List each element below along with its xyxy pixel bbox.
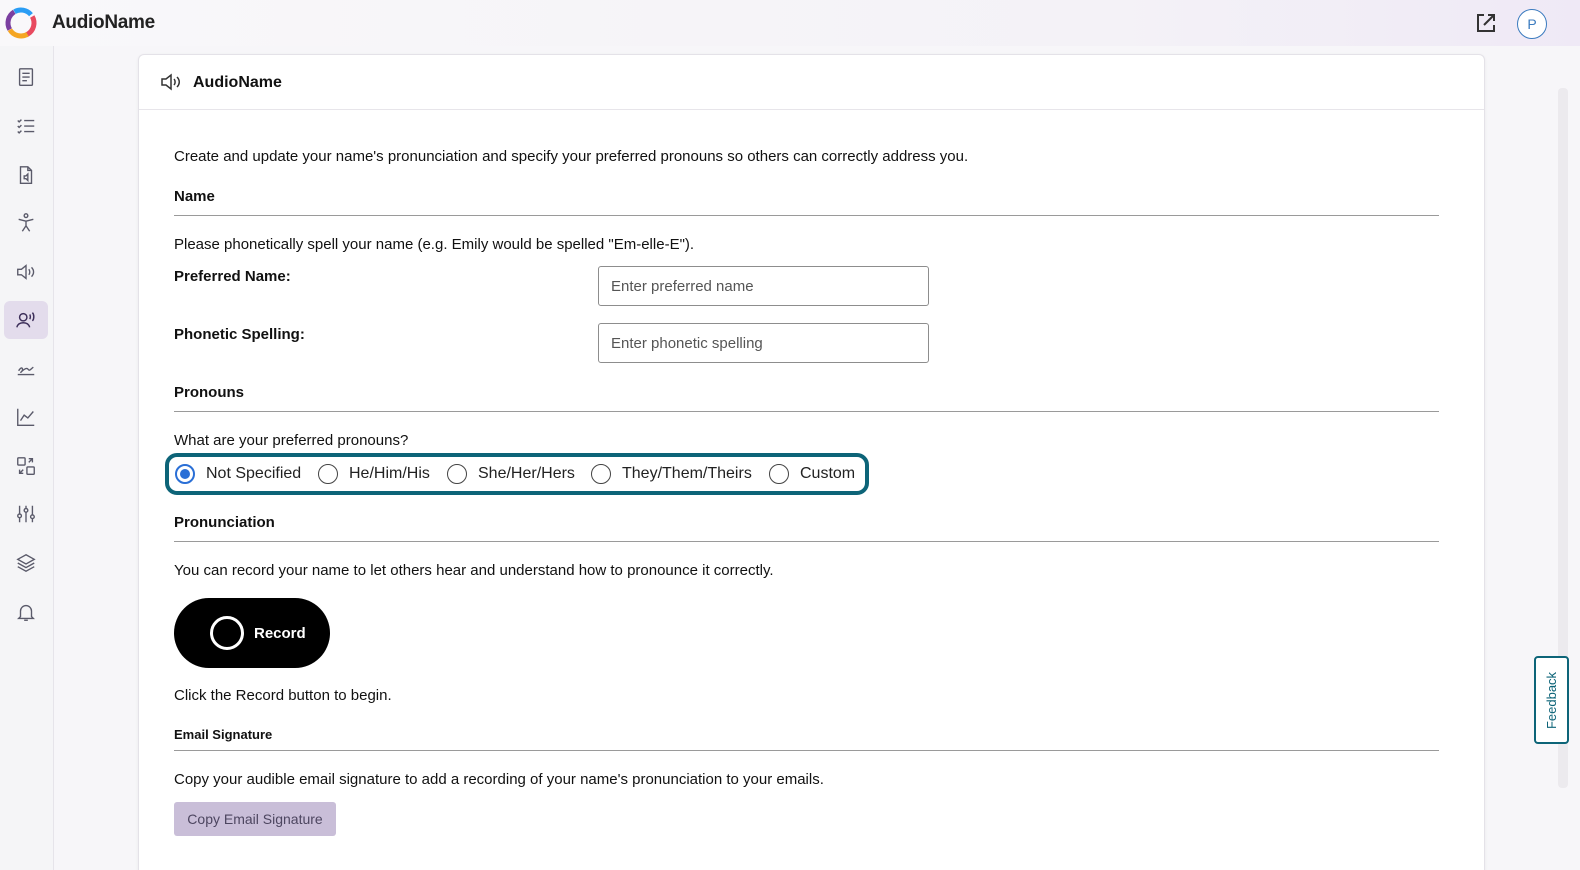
radio-button-selected[interactable] — [175, 464, 195, 484]
sidebar-item-layers[interactable] — [4, 544, 48, 582]
radio-label: They/Them/Theirs — [622, 465, 752, 482]
divider — [174, 750, 1439, 751]
email-signature-help-text: Copy your audible email signature to add… — [174, 771, 824, 788]
audioname-card: AudioName Create and update your name's … — [138, 54, 1485, 870]
card-title: AudioName — [193, 74, 282, 91]
radio-button[interactable] — [318, 464, 338, 484]
sidebar-item-audioname[interactable] — [4, 301, 48, 339]
audio-file-icon — [19, 166, 33, 184]
feedback-label: Feedback — [1544, 671, 1559, 729]
layers-icon — [16, 553, 36, 573]
voice-person-icon — [16, 312, 35, 328]
sidebar-item-speaker[interactable] — [4, 253, 48, 291]
speaker-icon — [17, 264, 35, 280]
sliders-icon — [17, 505, 35, 523]
pronoun-option-custom[interactable]: Custom — [769, 464, 855, 484]
phonetic-spelling-input[interactable] — [598, 323, 929, 363]
sidebar-item-documents[interactable] — [4, 58, 48, 96]
sidebar-item-transfer[interactable] — [4, 447, 48, 485]
name-help-text: Please phonetically spell your name (e.g… — [174, 236, 695, 253]
pronoun-option-they[interactable]: They/Them/Theirs — [591, 464, 752, 484]
pronoun-option-she[interactable]: She/Her/Hers — [447, 464, 575, 484]
radio-label: Not Specified — [206, 465, 302, 482]
record-button[interactable]: Record — [174, 598, 330, 668]
name-section-title: Name — [174, 188, 215, 205]
radio-button[interactable] — [447, 464, 467, 484]
copy-email-signature-button[interactable]: Copy Email Signature — [174, 802, 336, 836]
radio-label: Custom — [800, 465, 856, 482]
analytics-icon — [17, 408, 35, 426]
bell-icon — [17, 604, 35, 621]
user-avatar[interactable]: P — [1517, 9, 1547, 39]
record-icon — [210, 616, 244, 650]
radio-label: He/Him/His — [349, 465, 430, 482]
open-external-icon[interactable] — [1474, 11, 1498, 35]
sidebar-item-settings[interactable] — [4, 495, 48, 533]
sidebar-item-accessibility[interactable] — [4, 204, 48, 242]
phonetic-spelling-label: Phonetic Spelling: — [174, 326, 305, 343]
pronoun-option-not-specified[interactable]: Not Specified — [175, 464, 301, 484]
radio-button[interactable] — [769, 464, 789, 484]
divider — [174, 541, 1439, 542]
transfer-icon — [17, 457, 35, 475]
card-header: AudioName — [139, 55, 1484, 110]
top-bar: AudioName P — [0, 0, 1580, 46]
sidebar-item-checklist[interactable] — [4, 107, 48, 145]
divider — [174, 411, 1439, 412]
email-signature-section-title: Email Signature — [174, 727, 273, 742]
preferred-name-input[interactable] — [598, 266, 929, 306]
sign-icon — [17, 366, 35, 376]
sidebar-item-audio-file[interactable] — [4, 156, 48, 194]
sidebar-item-signature[interactable] — [4, 350, 48, 388]
app-logo-icon[interactable] — [4, 6, 38, 40]
checklist-icon — [17, 119, 35, 134]
pronouns-radio-group: Not Specified He/Him/His She/Her/Hers Th… — [165, 453, 869, 495]
pronouns-section-title: Pronouns — [174, 384, 244, 401]
sidebar-item-notifications[interactable] — [4, 593, 48, 631]
record-button-label: Record — [254, 624, 306, 642]
preferred-name-label: Preferred Name: — [174, 268, 291, 285]
pronoun-option-he[interactable]: He/Him/His — [318, 464, 430, 484]
document-icon — [18, 68, 34, 86]
sidebar-item-analytics[interactable] — [4, 398, 48, 436]
accessibility-icon — [18, 213, 34, 232]
divider — [174, 215, 1439, 216]
intro-text: Create and update your name's pronunciat… — [174, 148, 969, 165]
app-title: AudioName — [52, 12, 155, 33]
radio-button[interactable] — [591, 464, 611, 484]
pronunciation-section-title: Pronunciation — [174, 514, 275, 531]
pronunciation-help-text: You can record your name to let others h… — [174, 562, 774, 579]
record-hint-text: Click the Record button to begin. — [174, 687, 392, 704]
speaker-icon — [161, 73, 180, 91]
sidebar — [0, 46, 54, 870]
pronouns-question: What are your preferred pronouns? — [174, 432, 409, 449]
feedback-tab[interactable]: Feedback — [1534, 656, 1569, 744]
radio-label: She/Her/Hers — [478, 465, 575, 482]
